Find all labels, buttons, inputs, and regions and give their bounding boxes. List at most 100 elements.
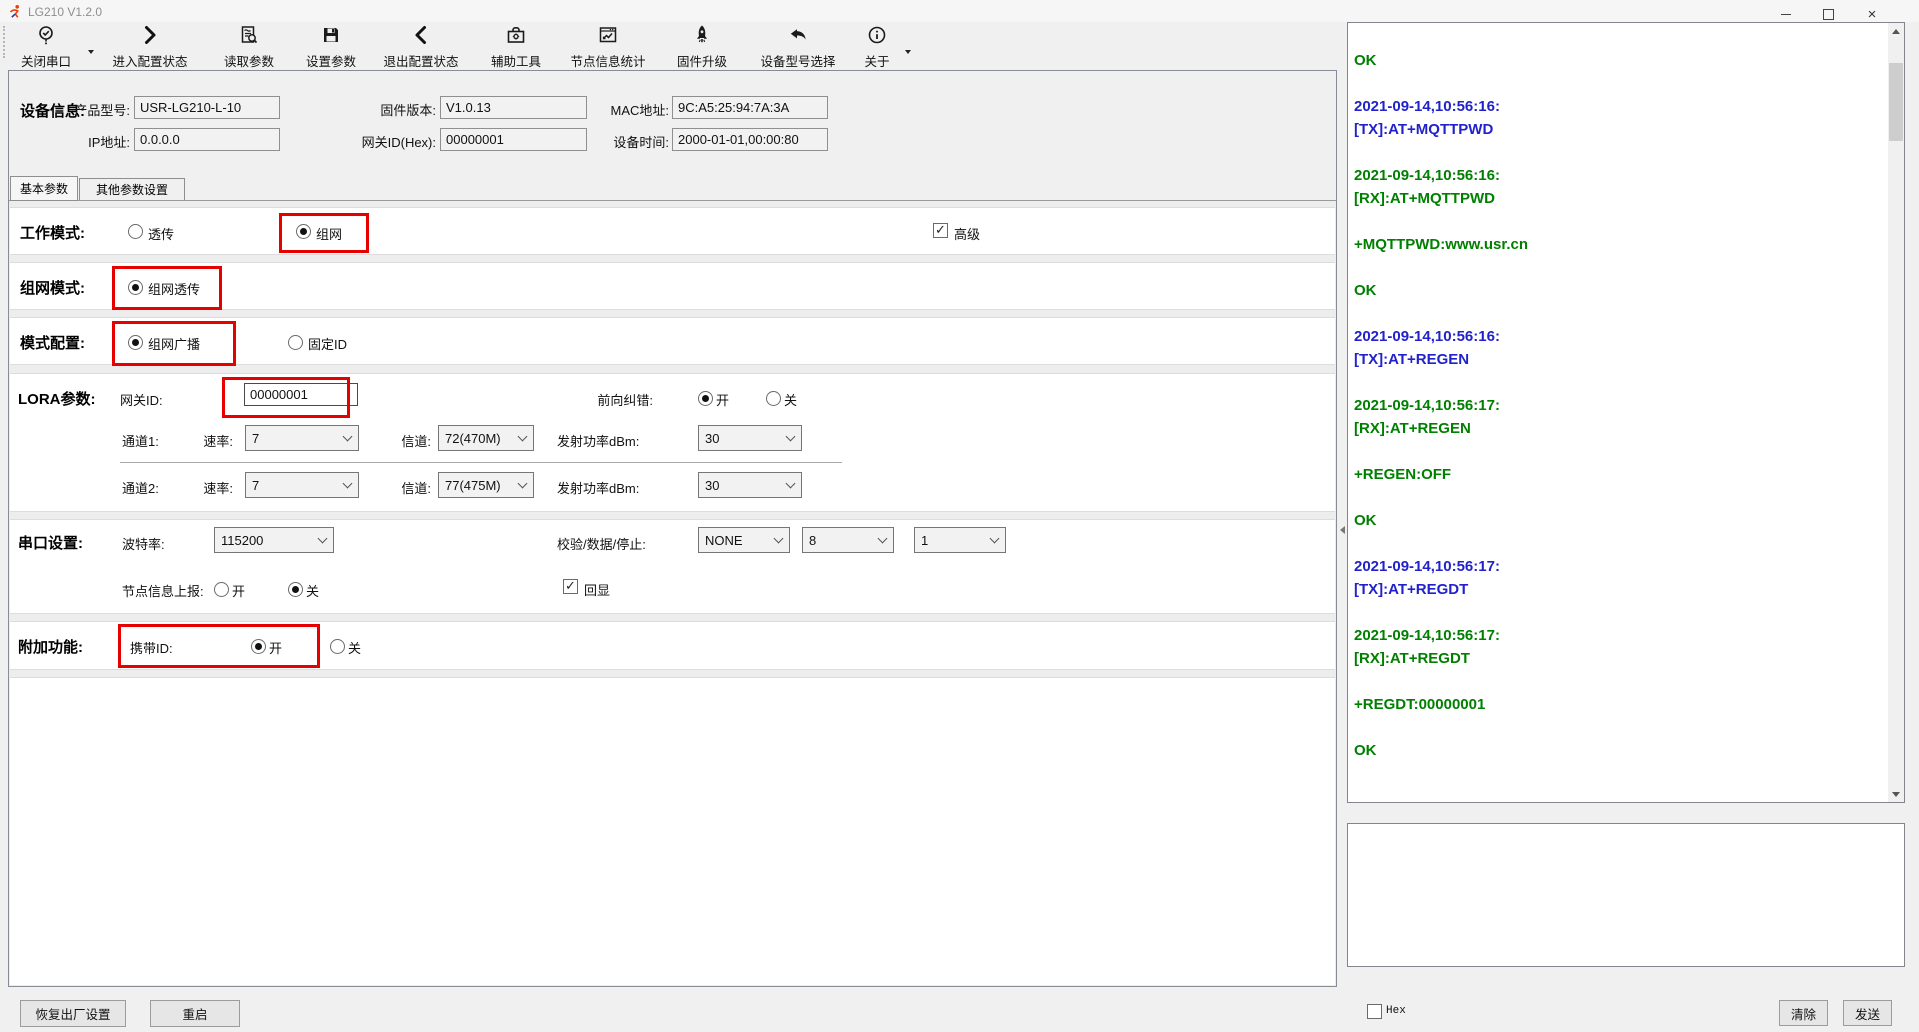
- toolbar-read-params-button[interactable]: 读取参数: [210, 24, 288, 70]
- work-mode-radio-transparent[interactable]: [128, 224, 143, 239]
- network-mode-radio-transparent[interactable]: [128, 280, 143, 295]
- parity-select[interactable]: NONE: [698, 527, 790, 553]
- toolbar-close-serial-button[interactable]: 关闭串口: [8, 24, 84, 70]
- work-mode-radio-network[interactable]: [296, 224, 311, 239]
- empty-content-area: [10, 677, 1335, 985]
- send-input-area[interactable]: [1347, 823, 1905, 967]
- hex-checkbox[interactable]: [1367, 1004, 1382, 1019]
- advanced-label: 高级: [954, 224, 980, 243]
- toolbar-aux-tools-button[interactable]: 辅助工具: [478, 24, 554, 70]
- log-line: [1354, 532, 1874, 555]
- mode-config-radio-broadcast[interactable]: [128, 335, 143, 350]
- network-mode-section: [10, 262, 1335, 310]
- carry-id-radio-on[interactable]: [251, 639, 266, 654]
- log-line: [TX]:AT+REGDT: [1354, 578, 1874, 601]
- fec-on-label: 开: [716, 390, 729, 409]
- log-line: +MQTTPWD:www.usr.cn: [1354, 233, 1874, 256]
- log-line: 2021-09-14,10:56:17:: [1354, 624, 1874, 647]
- chevron-down-icon[interactable]: [88, 50, 94, 54]
- send-button[interactable]: 发送: [1843, 1000, 1892, 1026]
- fec-radio-on[interactable]: [698, 391, 713, 406]
- node-report-on-label: 开: [232, 581, 245, 600]
- log-line: [1354, 716, 1874, 739]
- channel2-rate-select[interactable]: 7: [245, 472, 359, 498]
- chevron-down-icon[interactable]: [905, 50, 911, 54]
- firmware-version-field[interactable]: V1.0.13: [440, 96, 587, 119]
- channel2-channel-select[interactable]: 77(475M): [438, 472, 534, 498]
- channel-divider: [120, 462, 842, 463]
- toolbar-item-label: 辅助工具: [491, 51, 541, 70]
- toolbar-item-label: 进入配置状态: [112, 51, 187, 70]
- toolbar-enter-config-button[interactable]: 进入配置状态: [100, 24, 200, 70]
- network-mode-option-label: 组网透传: [148, 279, 200, 298]
- channel1-channel-select[interactable]: 72(470M): [438, 425, 534, 451]
- toolbar-set-params-button[interactable]: 设置参数: [292, 24, 370, 70]
- chevron-down-icon: [786, 432, 796, 442]
- combo-value: 77(475M): [445, 478, 501, 493]
- log-line: OK: [1354, 279, 1874, 302]
- log-line: OK: [1354, 49, 1874, 72]
- data-bits-select[interactable]: 8: [802, 527, 894, 553]
- log-line: [RX]:AT+MQTTPWD: [1354, 187, 1874, 210]
- gateway-id-input[interactable]: 00000001: [244, 383, 358, 406]
- baud-rate-select[interactable]: 115200: [214, 527, 334, 553]
- node-report-off-label: 关: [306, 581, 319, 600]
- channel1-rate-select[interactable]: 7: [245, 425, 359, 451]
- chevron-down-icon: [786, 479, 796, 489]
- channel2-power-select[interactable]: 30: [698, 472, 802, 498]
- chevron-left-icon: [410, 24, 432, 49]
- toolbar-about-button[interactable]: 关于: [854, 24, 900, 70]
- node-report-radio-on[interactable]: [214, 582, 229, 597]
- log-line: OK: [1354, 509, 1874, 532]
- toolbar-item-label: 设备型号选择: [760, 51, 835, 70]
- fec-label: 前向纠错:: [563, 390, 653, 409]
- log-output: OK 2021-09-14,10:56:16: [TX]:AT+MQTTPWD …: [1354, 26, 1874, 796]
- log-scrollbar[interactable]: [1888, 23, 1904, 802]
- gateway-id-label: 网关ID:: [120, 390, 163, 409]
- additional-functions-label: 附加功能:: [18, 636, 83, 657]
- toolbar-exit-config-button[interactable]: 退出配置状态: [368, 24, 474, 70]
- scroll-up-button[interactable]: [1888, 23, 1904, 39]
- gateway-id-hex-field[interactable]: 00000001: [440, 128, 587, 151]
- carry-id-radio-off[interactable]: [330, 639, 345, 654]
- stop-bits-select[interactable]: 1: [914, 527, 1006, 553]
- echo-checkbox[interactable]: [563, 579, 578, 594]
- log-line: [1354, 601, 1874, 624]
- save-icon: [320, 24, 342, 49]
- scroll-down-button[interactable]: [1888, 786, 1904, 802]
- chevron-down-icon: [990, 534, 1000, 544]
- advanced-checkbox[interactable]: [933, 223, 948, 238]
- device-time-label: 设备时间:: [592, 132, 669, 151]
- node-report-label: 节点信息上报:: [122, 581, 204, 600]
- product-model-field[interactable]: USR-LG210-L-10: [134, 96, 280, 119]
- factory-reset-button[interactable]: 恢复出厂设置: [20, 1000, 126, 1027]
- mac-address-field[interactable]: 9C:A5:25:94:7A:3A: [672, 96, 828, 119]
- device-time-field[interactable]: 2000-01-01,00:00:80: [672, 128, 828, 151]
- panel-collapse-handle[interactable]: [1338, 520, 1347, 540]
- log-line: +REGEN:OFF: [1354, 463, 1874, 486]
- log-line: [1354, 26, 1874, 49]
- toolbar-firmware-upgrade-button[interactable]: 固件升级: [664, 24, 740, 70]
- toolbar-node-stats-button[interactable]: 节点信息统计: [558, 24, 658, 70]
- log-line: 2021-09-14,10:56:16:: [1354, 325, 1874, 348]
- toolbar-item-label: 固件升级: [677, 51, 727, 70]
- tab-basic-params[interactable]: 基本参数: [10, 176, 78, 201]
- tab-other-params[interactable]: 其他参数设置: [79, 178, 185, 201]
- toolbar-device-model-button[interactable]: 设备型号选择: [746, 24, 850, 70]
- toolbar-item-label: 设置参数: [306, 51, 356, 70]
- combo-value: 30: [705, 431, 719, 446]
- restart-button[interactable]: 重启: [150, 1000, 240, 1027]
- toolbar-item-label: 读取参数: [224, 51, 274, 70]
- hex-label: Hex: [1386, 1005, 1406, 1017]
- log-line: OK: [1354, 739, 1874, 762]
- minimize-icon: [1781, 14, 1791, 15]
- channel1-power-select[interactable]: 30: [698, 425, 802, 451]
- fec-radio-off[interactable]: [766, 391, 781, 406]
- node-report-radio-off[interactable]: [288, 582, 303, 597]
- mode-config-radio-fixed-id[interactable]: [288, 335, 303, 350]
- mode-config-section: [10, 317, 1335, 365]
- scrollbar-thumb[interactable]: [1889, 63, 1903, 141]
- pin-check-icon: [35, 24, 57, 49]
- ip-address-field[interactable]: 0.0.0.0: [134, 128, 280, 151]
- clear-button[interactable]: 清除: [1779, 1000, 1828, 1026]
